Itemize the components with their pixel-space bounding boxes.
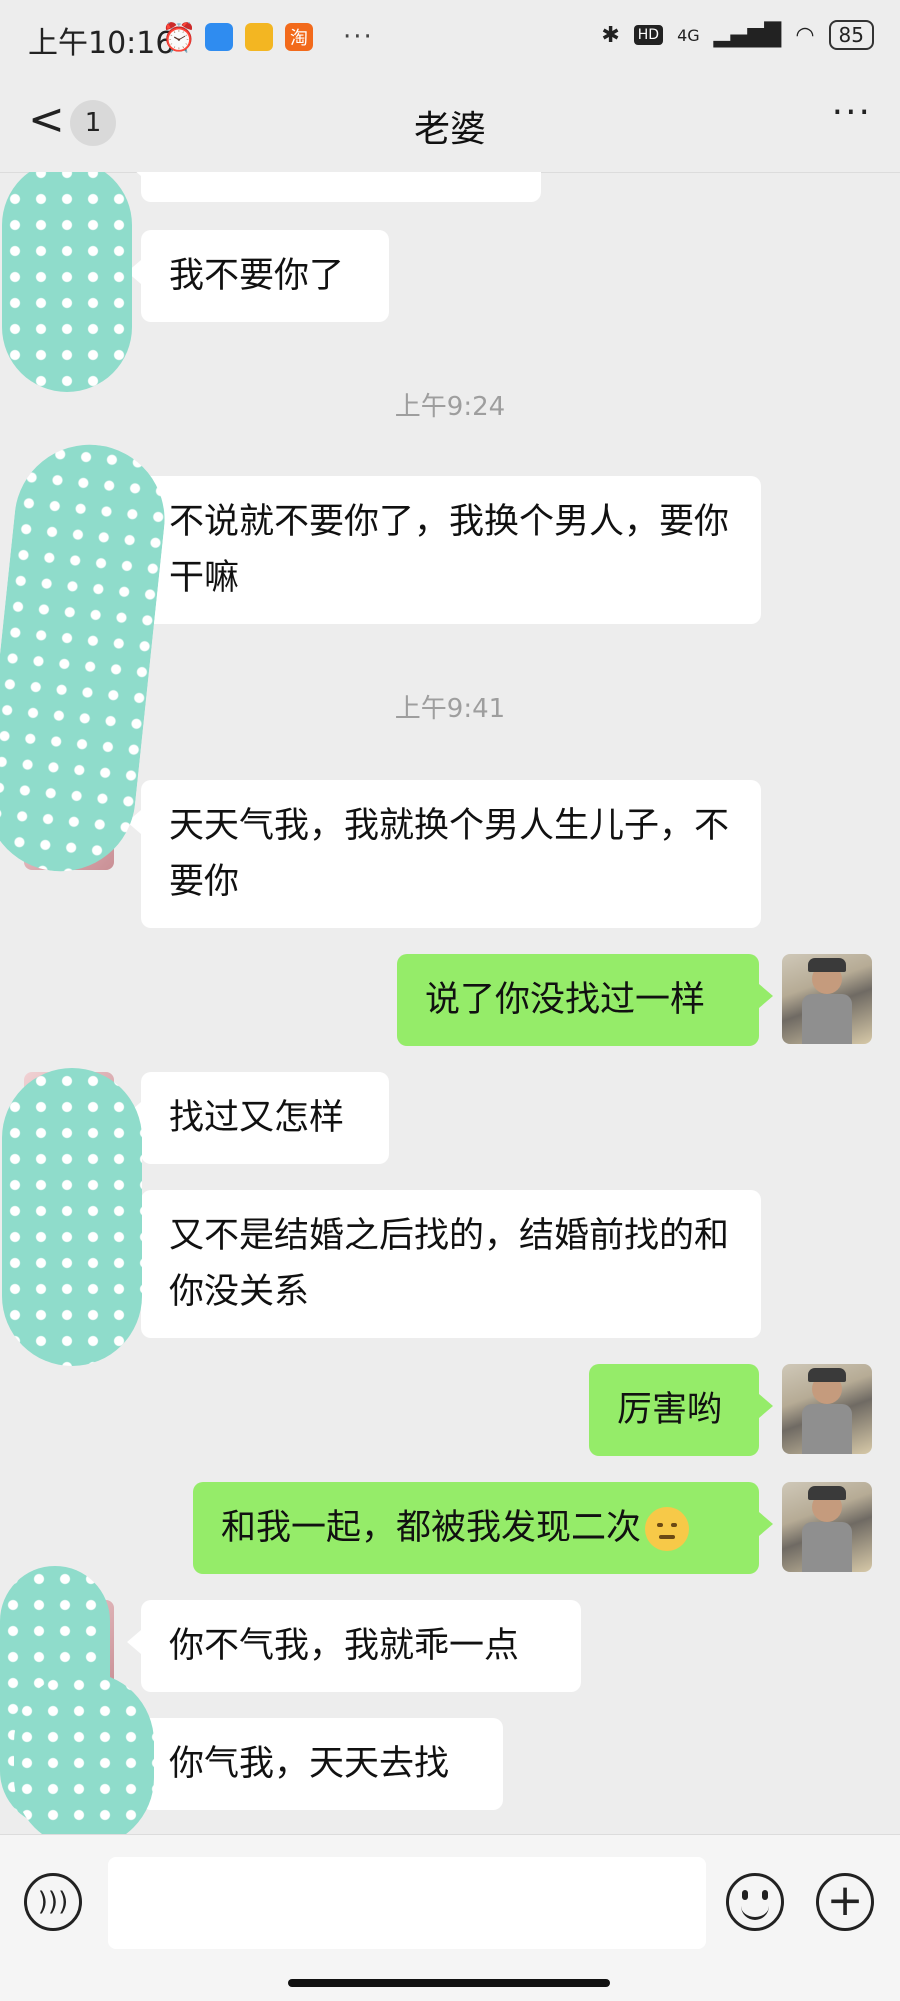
message-text: 和我一起，都被我发现二次 [221, 1508, 642, 1548]
self-avatar[interactable] [782, 1364, 872, 1454]
message-bubble-self[interactable]: 说了你没找过一样 [397, 954, 773, 1046]
message-bubble[interactable]: 不说就不要你了，我换个男人，要你干嘛 [127, 476, 761, 624]
message-bubble-self[interactable]: 和我一起，都被我发现二次 [193, 1482, 773, 1574]
message-list[interactable]: 我不要你了 上午9:24 不说就不要你了，我换个男人，要你干嘛 上午9:41 天… [0, 172, 900, 1834]
drooling-face-emoji-icon [645, 1507, 690, 1551]
message-bubble[interactable]: 又不是结婚之后找的，结婚前找的和你没关系 [127, 1190, 761, 1338]
alarm-icon: ⏰ [161, 20, 197, 54]
message-bubble-self[interactable]: 厉害哟 [589, 1364, 773, 1456]
more-options-button[interactable]: ··· [832, 92, 872, 133]
message-timestamp: 上午9:24 [394, 392, 506, 422]
message-bubble[interactable]: 找过又怎样 [127, 1072, 389, 1164]
message-bubble[interactable]: 你不气我，我就乖一点 [127, 1600, 581, 1692]
status-time: 上午10:16 [28, 26, 175, 61]
status-more-icon: ··· [343, 22, 374, 52]
battery-icon: 85 [828, 20, 874, 50]
status-bar: 上午10:16 ⏰ 淘 ··· ✱ HD 4G ▂▄▆█ ◠ 85 [0, 0, 900, 80]
hd-icon: HD [633, 25, 664, 45]
message-bubble[interactable]: 你气我，天天去找 [127, 1718, 503, 1810]
wifi-icon: ◠ [795, 22, 815, 48]
emoji-icon[interactable] [726, 1873, 784, 1931]
chat-title: 老婆 [413, 109, 486, 150]
chat-input-bar: ))) + [0, 1834, 900, 2001]
chat-header: < 1 老婆 ··· [0, 80, 900, 173]
self-avatar[interactable] [782, 954, 872, 1044]
network-label: 4G [677, 25, 700, 45]
voice-icon[interactable]: ))) [24, 1873, 82, 1931]
home-indicator[interactable] [288, 1979, 610, 1987]
status-right-icons: ✱ HD 4G ▂▄▆█ ◠ 85 [601, 20, 874, 50]
status-app-icons: ⏰ 淘 ··· [161, 20, 374, 54]
message-input[interactable] [108, 1857, 706, 1949]
self-avatar[interactable] [782, 1482, 872, 1572]
plus-icon[interactable]: + [816, 1873, 874, 1931]
signal-icon: ▂▄▆█ [713, 22, 782, 48]
avatar-redaction-blob [2, 172, 132, 392]
bluetooth-icon: ✱ [601, 22, 620, 48]
app-icon [205, 23, 233, 51]
coin-icon [245, 23, 273, 51]
message-bubble-cutoff[interactable] [127, 172, 541, 202]
avatar-redaction-blob [14, 1672, 154, 1834]
avatar-redaction-blob [2, 1068, 142, 1366]
message-bubble[interactable]: 天天气我，我就换个男人生儿子，不要你 [127, 780, 761, 928]
taobao-icon: 淘 [285, 23, 313, 51]
message-bubble[interactable]: 我不要你了 [127, 230, 389, 322]
